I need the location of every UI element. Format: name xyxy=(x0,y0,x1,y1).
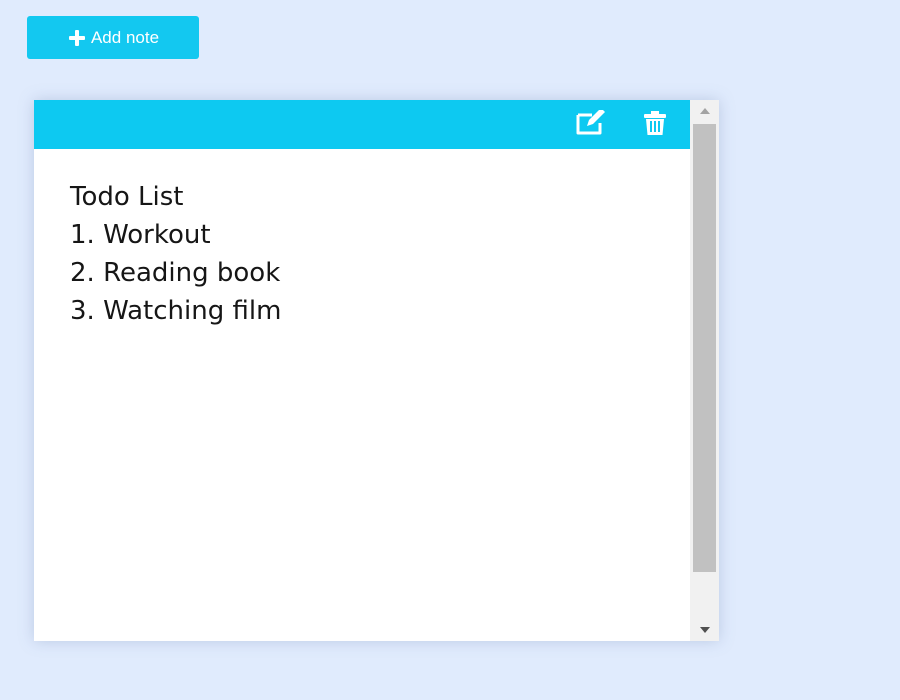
note-line: 3. Watching film xyxy=(70,296,282,326)
edit-button[interactable] xyxy=(575,107,607,141)
scroll-down-arrow-icon[interactable] xyxy=(690,621,719,639)
note-line: Todo List xyxy=(70,182,184,212)
vertical-scrollbar[interactable] xyxy=(690,100,719,641)
scroll-up-arrow-icon[interactable] xyxy=(690,102,719,120)
note-content[interactable]: Todo List 1. Workout 2. Reading book 3. … xyxy=(70,178,670,330)
add-note-button[interactable]: Add note xyxy=(27,16,199,59)
scroll-thumb[interactable] xyxy=(693,124,716,572)
note-line: 1. Workout xyxy=(70,220,211,250)
note-line: 2. Reading book xyxy=(70,258,281,288)
plus-icon xyxy=(67,28,87,48)
edit-icon xyxy=(575,107,607,141)
add-note-label: Add note xyxy=(90,27,160,47)
delete-button[interactable] xyxy=(639,110,671,140)
note-toolbar xyxy=(34,100,690,149)
trash-icon xyxy=(643,110,667,141)
note-card: Todo List 1. Workout 2. Reading book 3. … xyxy=(34,100,719,641)
